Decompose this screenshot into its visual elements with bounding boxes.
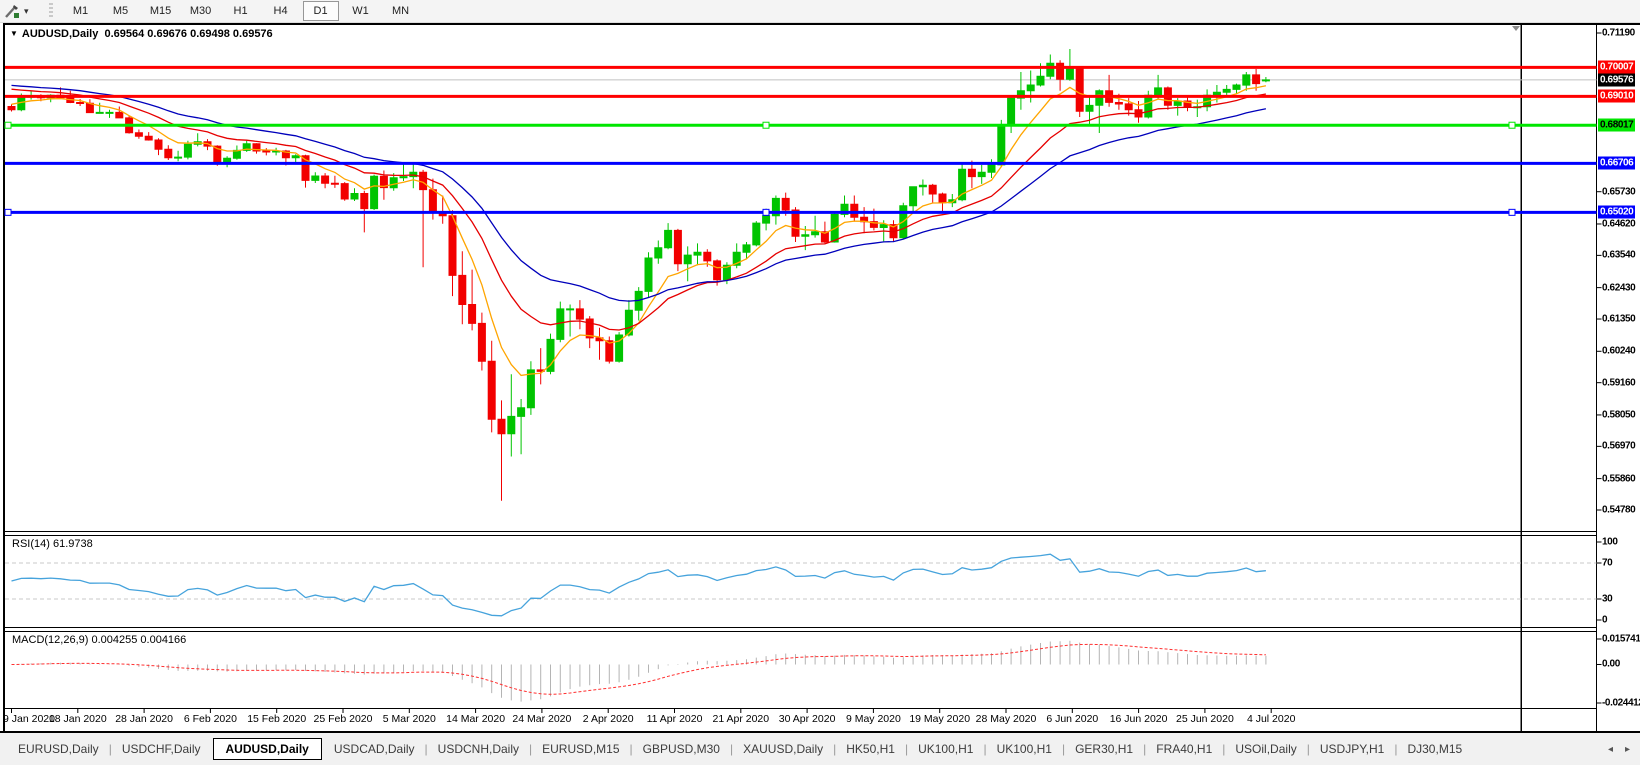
macd-histogram — [12, 641, 1266, 702]
tab-eurusd-daily[interactable]: EURUSD,Daily — [8, 739, 109, 759]
tab-xauusd-daily[interactable]: XAUUSD,Daily — [733, 739, 833, 759]
tab-usdcnh-daily[interactable]: USDCNH,Daily — [428, 739, 529, 759]
line-anchor-marker[interactable] — [1509, 122, 1515, 128]
timeframe-button-d1[interactable]: D1 — [303, 1, 339, 21]
tab-eurusd-m15[interactable]: EURUSD,M15 — [532, 739, 629, 759]
tab-hk50-h1[interactable]: HK50,H1 — [836, 739, 905, 759]
down-candle-bodies — [8, 63, 1260, 434]
line-anchor-marker[interactable] — [763, 209, 769, 215]
timeframe-button-m5[interactable]: M5 — [103, 1, 139, 21]
timeframe-button-h4[interactable]: H4 — [263, 1, 299, 21]
line-anchor-marker[interactable] — [5, 209, 11, 215]
tab-fra40-h1[interactable]: FRA40,H1 — [1146, 739, 1222, 759]
ma-fast-line — [12, 86, 1266, 376]
line-anchor-marker[interactable] — [1509, 209, 1515, 215]
tab-uk100-h1[interactable]: UK100,H1 — [987, 739, 1062, 759]
tab-dj30-m15[interactable]: DJ30,M15 — [1397, 739, 1472, 759]
toolbar-dropdown-caret[interactable]: ▾ — [24, 6, 29, 17]
line-anchor-marker[interactable] — [5, 122, 11, 128]
tab-usdjpy-h1[interactable]: USDJPY,H1 — [1310, 739, 1394, 759]
tab-usdchf-daily[interactable]: USDCHF,Daily — [112, 739, 211, 759]
tab-scroll-right-icon[interactable]: ▸ — [1625, 744, 1630, 755]
tab-scroll-arrows: ◂▸ — [1608, 744, 1630, 755]
tab-ger30-h1[interactable]: GER30,H1 — [1065, 739, 1143, 759]
tab-usdcad-daily[interactable]: USDCAD,Daily — [324, 739, 425, 759]
tab-usoil-daily[interactable]: USOil,Daily — [1225, 739, 1306, 759]
timeframe-button-m1[interactable]: M1 — [63, 1, 99, 21]
tab-gbpusd-m30[interactable]: GBPUSD,M30 — [633, 739, 730, 759]
tab-uk100-h1[interactable]: UK100,H1 — [908, 739, 983, 759]
chart-tab-bar: EURUSD,Daily|USDCHF,DailyAUDUSD,DailyUSD… — [0, 731, 1640, 765]
timeframe-buttons: M1M5M15M30H1H4D1W1MN — [63, 1, 419, 21]
chart-window-top-border — [3, 23, 1640, 25]
timeframe-button-h1[interactable]: H1 — [223, 1, 259, 21]
toolbar-grip[interactable] — [49, 3, 53, 19]
timeframe-button-m15[interactable]: M15 — [143, 1, 179, 21]
timeframe-button-w1[interactable]: W1 — [343, 1, 379, 21]
tab-audusd-daily[interactable]: AUDUSD,Daily — [213, 738, 322, 760]
ma-slow-line — [12, 85, 1266, 301]
plot-right-border — [1521, 25, 1523, 731]
line-anchor-marker[interactable] — [763, 122, 769, 128]
chart-window-left-border — [3, 23, 5, 731]
top-toolbar: ▾ M1M5M15M30H1H4D1W1MN — [0, 0, 1640, 23]
chart-canvas[interactable] — [0, 0, 1640, 765]
timeframe-button-mn[interactable]: MN — [383, 1, 419, 21]
draw-tool-icon[interactable] — [2, 2, 22, 20]
tab-scroll-left-icon[interactable]: ◂ — [1608, 744, 1613, 755]
chart-shift-marker — [1512, 26, 1520, 31]
timeframe-button-m30[interactable]: M30 — [183, 1, 219, 21]
